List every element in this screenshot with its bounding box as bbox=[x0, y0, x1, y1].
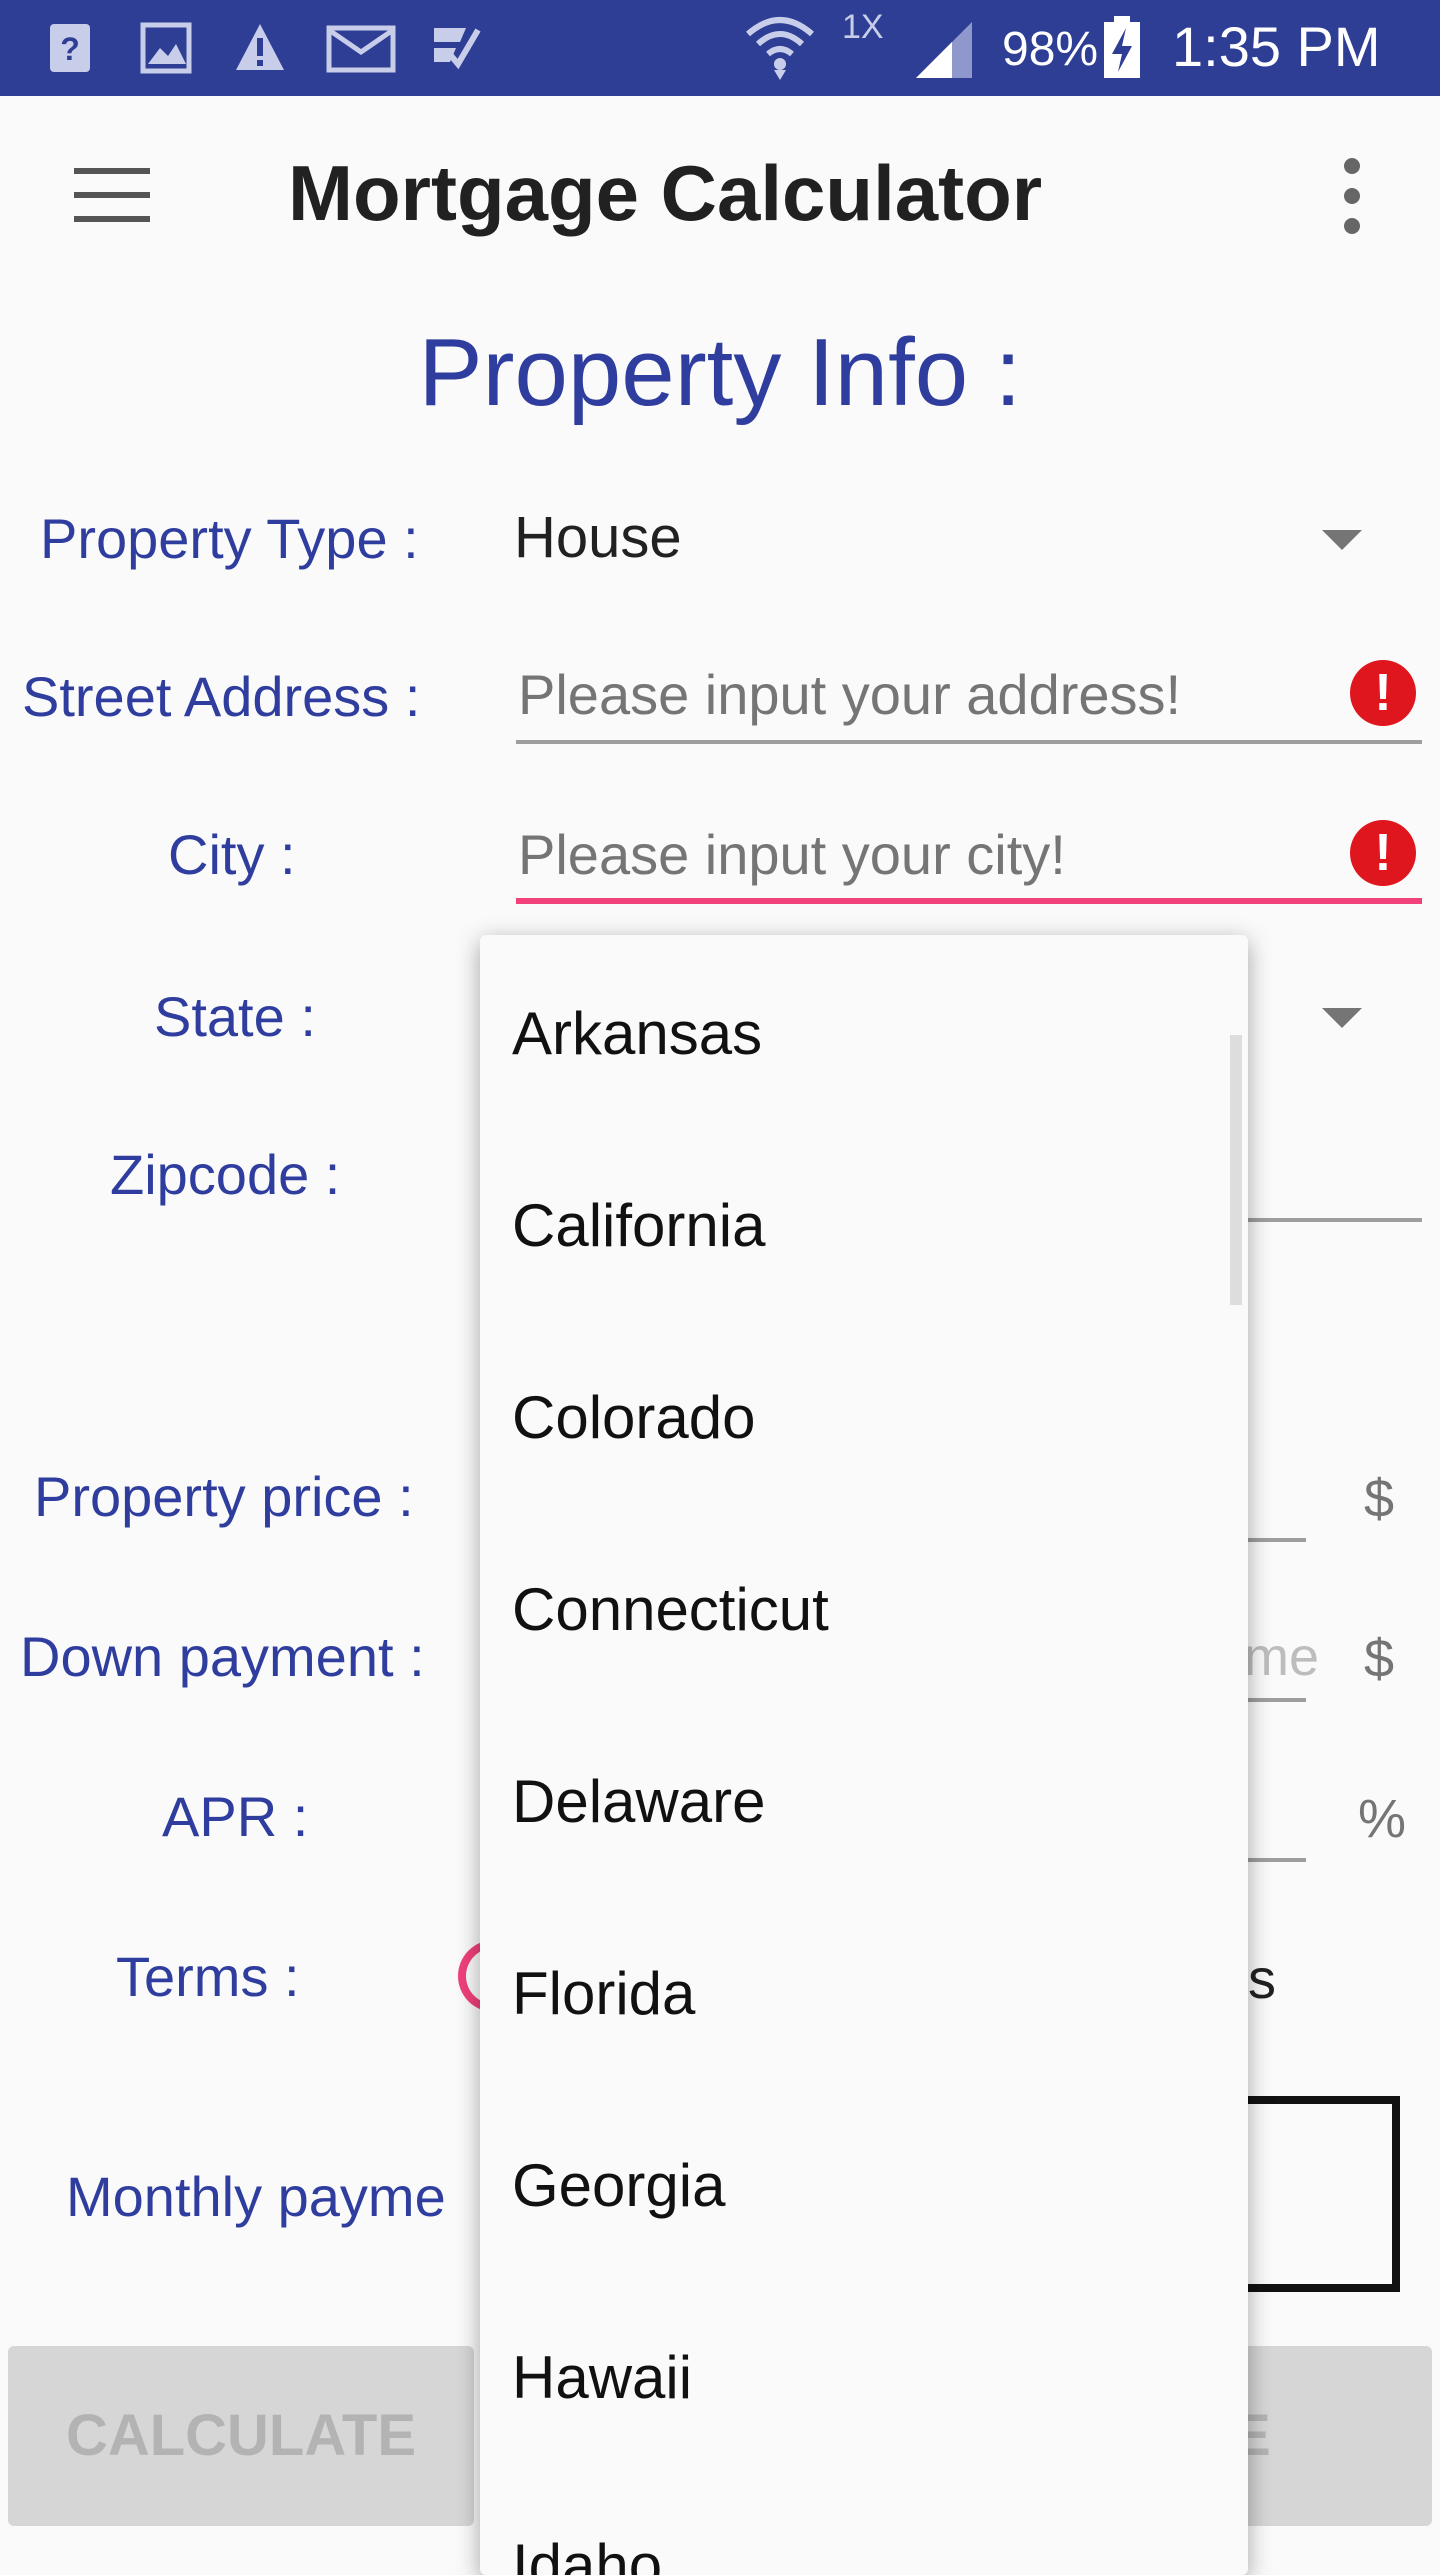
check-icon bbox=[434, 28, 481, 70]
property-price-label: Property price : bbox=[34, 1465, 414, 1528]
state-option[interactable]: Arkansas bbox=[512, 999, 762, 1068]
city-error-icon: ! bbox=[1350, 820, 1416, 886]
state-dropdown-list[interactable]: Arkansas California Colorado Connecticut… bbox=[480, 935, 1248, 2575]
calculate-button[interactable]: CALCULATE bbox=[8, 2346, 474, 2526]
wifi-icon bbox=[746, 17, 814, 80]
signal-icon bbox=[916, 22, 972, 78]
property-price-currency: $ bbox=[1364, 1469, 1395, 1529]
menu-icon[interactable] bbox=[60, 166, 160, 226]
state-option[interactable]: Idaho bbox=[512, 2531, 662, 2575]
down-payment-placeholder[interactable]: me bbox=[1244, 1626, 1319, 1688]
battery-percent-text: 98% bbox=[1002, 23, 1099, 76]
state-option[interactable]: Colorado bbox=[512, 1383, 756, 1452]
mail-icon bbox=[326, 25, 396, 73]
street-address-underline bbox=[516, 740, 1422, 744]
overflow-menu-icon[interactable] bbox=[1320, 154, 1384, 238]
terms-label: Terms : bbox=[116, 1945, 300, 2008]
city-underline-focused bbox=[516, 898, 1422, 904]
street-address-input[interactable] bbox=[518, 656, 1308, 732]
city-label: City : bbox=[168, 823, 296, 886]
state-option[interactable]: Georgia bbox=[512, 2151, 725, 2220]
state-option[interactable]: Delaware bbox=[512, 1767, 765, 1836]
app-title: Mortgage Calculator bbox=[288, 149, 1043, 237]
street-error-icon: ! bbox=[1350, 660, 1416, 726]
clock-text: 1:35 PM bbox=[1172, 15, 1381, 78]
chevron-down-icon[interactable] bbox=[1322, 530, 1362, 550]
battery-charging-icon bbox=[1104, 16, 1140, 78]
state-option[interactable]: Hawaii bbox=[512, 2343, 692, 2412]
down-payment-label: Down payment : bbox=[20, 1625, 425, 1688]
image-icon bbox=[140, 22, 192, 74]
down-payment-currency: $ bbox=[1364, 1629, 1395, 1689]
property-type-label: Property Type : bbox=[40, 507, 419, 570]
state-option[interactable]: Florida bbox=[512, 1959, 695, 2028]
status-bar: ? 1X 98% 1:35 PM bbox=[0, 0, 1440, 96]
state-chevron-down-icon[interactable] bbox=[1322, 1008, 1362, 1028]
street-address-label: Street Address : bbox=[22, 665, 421, 728]
help-doc-icon: ? bbox=[50, 24, 90, 72]
zipcode-label: Zipcode : bbox=[110, 1143, 341, 1206]
apr-percent: % bbox=[1358, 1789, 1407, 1849]
dropdown-scrollbar[interactable] bbox=[1230, 1035, 1242, 1305]
apr-label: APR : bbox=[162, 1785, 309, 1848]
property-type-select[interactable]: House bbox=[514, 504, 682, 571]
city-input[interactable] bbox=[518, 816, 1308, 892]
page-heading: Property Info : bbox=[418, 319, 1022, 426]
state-label: State : bbox=[154, 985, 316, 1048]
warning-icon bbox=[236, 24, 284, 70]
state-option[interactable]: California bbox=[512, 1191, 765, 1260]
state-option[interactable]: Connecticut bbox=[512, 1575, 829, 1644]
app-bar: Mortgage Calculator bbox=[0, 96, 1440, 296]
network-type-text: 1X bbox=[842, 8, 884, 46]
terms-option-text[interactable]: s bbox=[1248, 1946, 1276, 2011]
monthly-payment-label: Monthly payme bbox=[66, 2165, 446, 2228]
svg-text:?: ? bbox=[60, 31, 80, 67]
